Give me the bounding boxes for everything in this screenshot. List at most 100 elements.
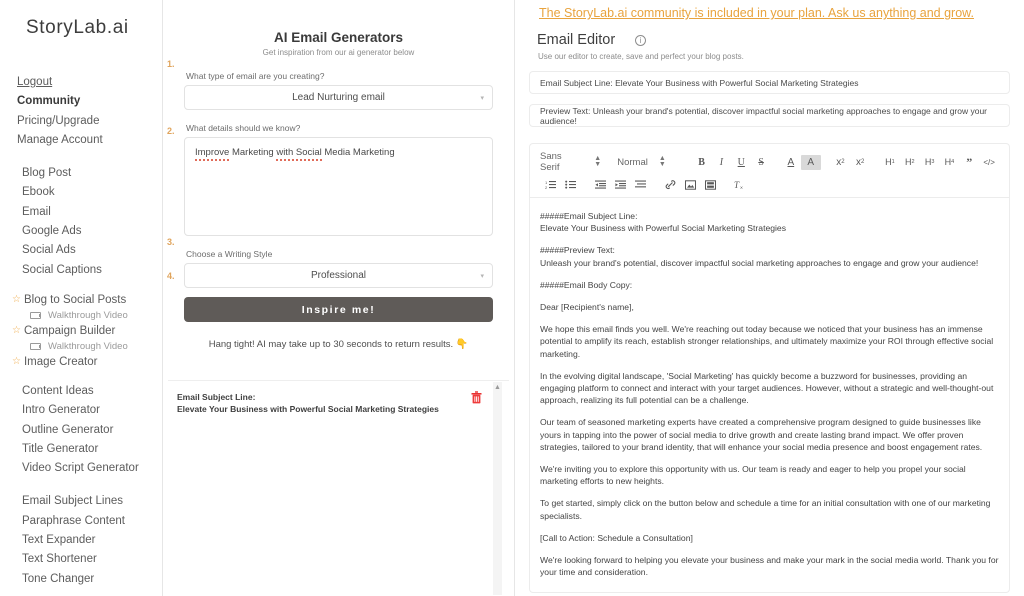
font-family-select[interactable]: Sans Serif ▲ ▼	[540, 151, 601, 173]
code-block-button[interactable]: </>	[979, 155, 999, 170]
delete-result-icon[interactable]	[471, 391, 482, 406]
pointing-down-icon: 👇	[455, 339, 469, 350]
sidebar: StoryLab.ai Logout Community Pricing/Upg…	[0, 0, 163, 596]
blockquote-button[interactable]: ”	[959, 155, 979, 170]
details-value-part3: with Social	[276, 147, 322, 161]
heading-3-button[interactable]: H3	[920, 155, 940, 170]
text-color-button[interactable]: A	[781, 155, 801, 170]
heading-4-button[interactable]: H4	[940, 155, 960, 170]
star-icon: ☆	[12, 355, 21, 367]
sidebar-item-pricing-upgrade[interactable]: Pricing/Upgrade	[0, 112, 162, 131]
star-icon: ☆	[12, 293, 21, 305]
sidebar-item-social-captions[interactable]: Social Captions	[0, 261, 162, 280]
svg-text:2: 2	[545, 185, 548, 189]
image-icon[interactable]	[680, 177, 700, 192]
sidebar-subitem-walkthrough-video-blog[interactable]: Walkthrough Video	[0, 306, 162, 325]
italic-button[interactable]: I	[712, 155, 732, 170]
sidebar-item-manage-account[interactable]: Manage Account	[0, 131, 162, 150]
preview-text-input[interactable]: Preview Text: Unleash your brand's poten…	[529, 104, 1010, 127]
editor-paragraph-2: In the evolving digital landscape, 'Soci…	[540, 370, 994, 406]
superscript-button[interactable]: x2	[830, 155, 850, 170]
font-family-value: Sans Serif	[540, 151, 562, 173]
editor-title: Email Editor	[537, 32, 616, 48]
sidebar-item-video-script-generator[interactable]: Video Script Generator	[0, 459, 162, 478]
indent-button[interactable]	[610, 177, 630, 192]
stepper-icon: ▲ ▼	[594, 154, 602, 168]
sidebar-item-outline-generator[interactable]: Outline Generator	[0, 421, 162, 440]
heading-2-button[interactable]: H2	[900, 155, 920, 170]
outdent-button[interactable]	[590, 177, 610, 192]
video-icon	[30, 342, 41, 350]
sidebar-item-community[interactable]: Community	[0, 92, 162, 111]
editor-paragraph-salutation: Dear [Recipient's name],	[540, 302, 634, 313]
hang-tight-text: Hang tight! AI may take up to 30 seconds…	[208, 339, 454, 350]
details-value-part1: Improve	[195, 147, 230, 161]
results-scrollbar[interactable]: ▲	[493, 382, 502, 595]
subscript-exponent: 2	[861, 159, 865, 165]
app-root: StoryLab.ai Logout Community Pricing/Upg…	[0, 0, 1024, 596]
strikethrough-button[interactable]: S	[751, 155, 771, 170]
sidebar-item-intro-generator[interactable]: Intro Generator	[0, 401, 162, 420]
rich-text-editor: Sans Serif ▲ ▼ Normal ▲ ▼ B I U S A A x …	[529, 143, 1010, 593]
info-icon[interactable]: i	[635, 34, 647, 46]
subject-line-input[interactable]: Email Subject Line: Elevate Your Busines…	[529, 71, 1010, 94]
details-label: What details should we know?	[186, 123, 301, 133]
chevron-down-icon: ▾	[480, 94, 484, 102]
editor-subtitle: Use our editor to create, save and perfe…	[538, 52, 744, 61]
sidebar-item-title-generator[interactable]: Title Generator	[0, 440, 162, 459]
sidebar-nav: Logout Community Pricing/Upgrade Manage …	[0, 39, 162, 589]
bullet-list-button[interactable]	[560, 177, 580, 192]
sidebar-item-content-ideas[interactable]: Content Ideas	[0, 382, 162, 401]
chevron-down-icon: ▾	[480, 272, 484, 280]
email-editor-panel: Email Editor i Use our editor to create,…	[515, 0, 1024, 596]
sidebar-item-social-ads[interactable]: Social Ads	[0, 241, 162, 260]
toolbar-row-1: Sans Serif ▲ ▼ Normal ▲ ▼ B I U S A A x …	[540, 151, 999, 173]
details-textarea[interactable]: Improve Marketing with Social Media Mark…	[184, 137, 493, 236]
sidebar-item-text-shortener[interactable]: Text Shortener	[0, 550, 162, 569]
background-color-button[interactable]: A	[800, 154, 821, 170]
editor-toolbar: Sans Serif ▲ ▼ Normal ▲ ▼ B I U S A A x …	[530, 144, 1009, 198]
subscript-button[interactable]: x2	[850, 155, 870, 170]
sidebar-item-email-subject-lines[interactable]: Email Subject Lines	[0, 492, 162, 511]
sidebar-item-text-expander[interactable]: Text Expander	[0, 531, 162, 550]
clear-format-icon[interactable]: T ×	[730, 177, 750, 192]
inspire-me-button[interactable]: Inspire me!	[184, 297, 493, 322]
link-icon[interactable]	[660, 177, 680, 192]
sidebar-item-ebook[interactable]: Ebook	[0, 183, 162, 202]
font-size-value: Normal	[617, 156, 648, 168]
editor-paragraph-5: To get started, simply click on the butt…	[540, 498, 991, 521]
sidebar-item-google-ads[interactable]: Google Ads	[0, 222, 162, 241]
writing-style-select[interactable]: Professional ▾	[184, 263, 493, 288]
hang-tight-message: Hang tight! AI may take up to 30 seconds…	[184, 339, 493, 350]
sidebar-subitem-label: Walkthrough Video	[48, 309, 128, 321]
sidebar-item-tone-changer[interactable]: Tone Changer	[0, 570, 162, 589]
sidebar-item-blog-to-social-posts[interactable]: ☆ Blog to Social Posts	[0, 294, 162, 306]
sidebar-item-campaign-builder[interactable]: ☆ Campaign Builder	[0, 325, 162, 337]
sidebar-subitem-walkthrough-video-campaign[interactable]: Walkthrough Video	[0, 337, 162, 356]
subject-line-value: Email Subject Line: Elevate Your Busines…	[540, 77, 859, 88]
step-number-3: 3.	[167, 237, 175, 247]
editor-content[interactable]: #####Email Subject Line: Elevate Your Bu…	[530, 198, 1009, 592]
heading-1-button[interactable]: H1	[880, 155, 900, 170]
sidebar-item-blog-post[interactable]: Blog Post	[0, 164, 162, 183]
result-item[interactable]: Email Subject Line: Elevate Your Busines…	[168, 380, 509, 426]
sidebar-item-image-creator[interactable]: ☆ Image Creator	[0, 356, 162, 368]
writing-style-label: Choose a Writing Style	[186, 249, 273, 259]
heading-2-level: 2	[911, 159, 915, 165]
ordered-list-button[interactable]: 1 2	[540, 177, 560, 192]
email-type-select[interactable]: Lead Nurturing email ▾	[184, 85, 493, 110]
sidebar-item-email[interactable]: Email	[0, 203, 162, 222]
superscript-exponent: 2	[841, 159, 845, 165]
results-list: Email Subject Line: Elevate Your Busines…	[168, 380, 509, 595]
page-subtitle: Get inspiration from our ai generator be…	[262, 48, 415, 57]
editor-preview-text: Unleash your brand's potential, discover…	[540, 257, 979, 268]
sidebar-item-logout[interactable]: Logout	[0, 73, 162, 92]
bold-button[interactable]: B	[692, 155, 712, 170]
video-icon[interactable]	[700, 177, 720, 192]
underline-button[interactable]: U	[731, 155, 751, 170]
sidebar-item-paraphrase-content[interactable]: Paraphrase Content	[0, 512, 162, 531]
align-button[interactable]	[630, 177, 650, 192]
scroll-up-icon[interactable]: ▲	[494, 384, 501, 391]
font-size-select[interactable]: Normal ▲ ▼	[617, 155, 666, 169]
heading-1-level: 1	[891, 159, 895, 165]
